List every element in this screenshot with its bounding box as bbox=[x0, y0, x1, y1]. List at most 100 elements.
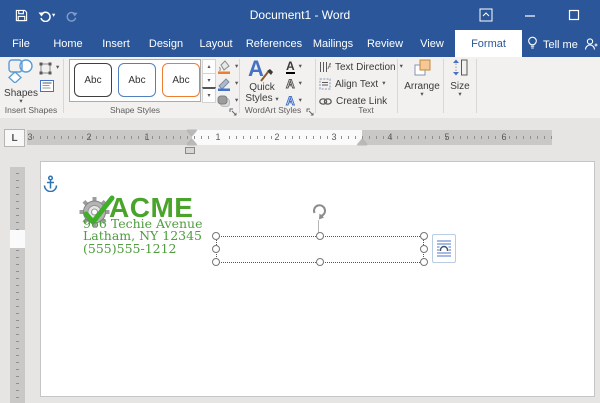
gallery-scroll-down-button[interactable]: ▾ bbox=[202, 73, 216, 88]
shape-style-preset-2[interactable]: Abc bbox=[118, 63, 156, 97]
anchor-icon[interactable] bbox=[43, 175, 58, 197]
paint-bucket-icon bbox=[217, 60, 231, 74]
ruler-number: 2 bbox=[84, 132, 94, 142]
ruler-number: 1 bbox=[213, 132, 223, 142]
shapes-button[interactable]: Shapes ▾ bbox=[4, 59, 38, 103]
ruler-number: 2 bbox=[272, 132, 282, 142]
text-outline-icon: A bbox=[286, 77, 295, 91]
align-text-label: Align Text bbox=[335, 79, 378, 90]
tab-insert[interactable]: Insert bbox=[94, 30, 138, 57]
layout-options-button[interactable] bbox=[432, 234, 456, 263]
sign-in-icon[interactable] bbox=[584, 37, 598, 56]
ribbon-tab-row: File Home Insert Design Layout Reference… bbox=[0, 30, 600, 57]
size-icon bbox=[452, 59, 468, 76]
shape-outline-caret: ▾ bbox=[235, 81, 238, 87]
text-outline-button[interactable]: A ▾ bbox=[286, 76, 302, 92]
lightbulb-icon bbox=[527, 36, 538, 53]
wordart-a-brush-icon: A bbox=[244, 58, 280, 82]
tell-me-box[interactable]: Tell me bbox=[527, 36, 578, 53]
text-direction-label: Text Direction bbox=[335, 62, 396, 73]
tab-file[interactable]: File bbox=[2, 30, 40, 57]
edit-shape-button[interactable]: ▾ bbox=[39, 60, 59, 76]
tab-format-active[interactable]: Format bbox=[455, 30, 522, 57]
text-box-icon bbox=[40, 80, 54, 92]
outline-pen-icon bbox=[217, 77, 231, 91]
wordart-quick-styles-button[interactable]: A Quick Styles ▾ bbox=[244, 58, 280, 106]
resize-handle-bottom-right[interactable] bbox=[420, 258, 428, 266]
resize-handle-top-right[interactable] bbox=[420, 232, 428, 240]
right-indent-marker[interactable] bbox=[357, 139, 367, 145]
quick-label: Quick bbox=[244, 82, 280, 93]
text-fill-button[interactable]: A ▾ bbox=[286, 59, 302, 75]
hanging-indent-marker[interactable] bbox=[187, 139, 197, 145]
text-outline-caret: ▾ bbox=[299, 81, 302, 87]
resize-handle-bottom-left[interactable] bbox=[212, 258, 220, 266]
resize-handle-top-left[interactable] bbox=[212, 232, 220, 240]
ribbon-format: Shapes ▾ ▾ Insert Shapes Abc Abc Abc ▴ bbox=[0, 57, 600, 119]
ribbon-display-options-icon[interactable] bbox=[477, 7, 495, 23]
tab-design[interactable]: Design bbox=[141, 30, 191, 57]
ruler-number: 1 bbox=[142, 132, 152, 142]
shape-styles-group-label: Shape Styles bbox=[90, 105, 180, 115]
ruler-number: 6 bbox=[499, 132, 509, 142]
insert-shapes-group-label: Insert Shapes bbox=[0, 105, 62, 115]
svg-text:A: A bbox=[328, 62, 332, 71]
edit-shape-caret: ▾ bbox=[56, 65, 59, 71]
arrange-button[interactable]: Arrange ▾ bbox=[402, 59, 442, 107]
vertical-ruler-text-area bbox=[10, 230, 25, 248]
first-line-indent-marker[interactable] bbox=[187, 130, 197, 136]
text-group-label: Text bbox=[336, 105, 396, 115]
document-page[interactable]: ACME 966 Techie Avenue Latham, NY 12345 … bbox=[40, 161, 595, 397]
document-area: L 3 2 1 1 2 3 4 5 6 bbox=[0, 118, 600, 403]
shape-fill-caret: ▾ bbox=[235, 64, 238, 70]
shape-style-preset-1[interactable]: Abc bbox=[74, 63, 112, 97]
resize-handle-bottom-center[interactable] bbox=[316, 258, 324, 266]
shape-outline-button[interactable]: ▾ bbox=[217, 76, 238, 92]
shape-fill-button[interactable]: ▾ bbox=[217, 59, 238, 75]
align-text-caret: ▾ bbox=[382, 81, 385, 87]
minimize-icon[interactable] bbox=[521, 7, 539, 23]
shape-style-preset-3[interactable]: Abc bbox=[162, 63, 200, 97]
tab-layout[interactable]: Layout bbox=[191, 30, 241, 57]
wrap-text-icon bbox=[436, 239, 452, 258]
shape-styles-gallery: Abc Abc Abc bbox=[69, 59, 201, 102]
gallery-scroll-up-button[interactable]: ▴ bbox=[202, 59, 216, 74]
ruler-number: 4 bbox=[385, 132, 395, 142]
tab-home[interactable]: Home bbox=[46, 30, 90, 57]
arrange-icon bbox=[414, 59, 431, 76]
text-effects-caret: ▾ bbox=[299, 98, 302, 104]
title-bar: ▾ Document1 - Word bbox=[0, 0, 600, 30]
window-title: Document1 - Word bbox=[0, 8, 600, 22]
styles-label: Styles ▾ bbox=[244, 93, 280, 104]
vertical-ruler[interactable] bbox=[10, 167, 25, 403]
wordart-styles-group-label: WordArt Styles bbox=[240, 105, 306, 115]
text-direction-button[interactable]: A Text Direction ▾ bbox=[319, 59, 403, 75]
align-text-button[interactable]: Align Text ▾ bbox=[319, 76, 385, 92]
text-fill-icon: A bbox=[286, 61, 295, 74]
text-fill-caret: ▾ bbox=[299, 64, 302, 70]
tab-references[interactable]: References bbox=[243, 30, 305, 57]
rotate-handle[interactable] bbox=[310, 202, 328, 225]
link-chain-icon bbox=[319, 97, 332, 106]
text-direction-icon: A bbox=[319, 61, 331, 73]
ruler-ticks bbox=[27, 136, 552, 139]
tab-view[interactable]: View bbox=[411, 30, 453, 57]
horizontal-ruler[interactable]: 3 2 1 1 2 3 4 5 6 bbox=[27, 130, 552, 145]
resize-handle-middle-left[interactable] bbox=[212, 245, 220, 253]
ruler-number: 3 bbox=[329, 132, 339, 142]
tab-review[interactable]: Review bbox=[360, 30, 410, 57]
left-indent-marker[interactable] bbox=[185, 147, 195, 154]
gallery-more-button[interactable]: ▾ bbox=[202, 87, 216, 103]
maximize-icon[interactable] bbox=[565, 7, 583, 23]
company-address[interactable]: 966 Techie Avenue Latham, NY 12345 (555)… bbox=[83, 218, 203, 255]
resize-handle-middle-right[interactable] bbox=[420, 245, 428, 253]
draw-text-box-button[interactable] bbox=[40, 79, 54, 97]
resize-handle-top-center[interactable] bbox=[316, 232, 324, 240]
size-button[interactable]: Size ▾ bbox=[445, 59, 475, 107]
address-line: (555)555-1212 bbox=[83, 243, 203, 255]
ruler-number: 5 bbox=[442, 132, 452, 142]
tab-selector[interactable]: L bbox=[4, 129, 25, 147]
arrange-caret: ▾ bbox=[402, 92, 442, 98]
tab-mailings[interactable]: Mailings bbox=[306, 30, 360, 57]
edit-shape-icon bbox=[39, 62, 52, 75]
